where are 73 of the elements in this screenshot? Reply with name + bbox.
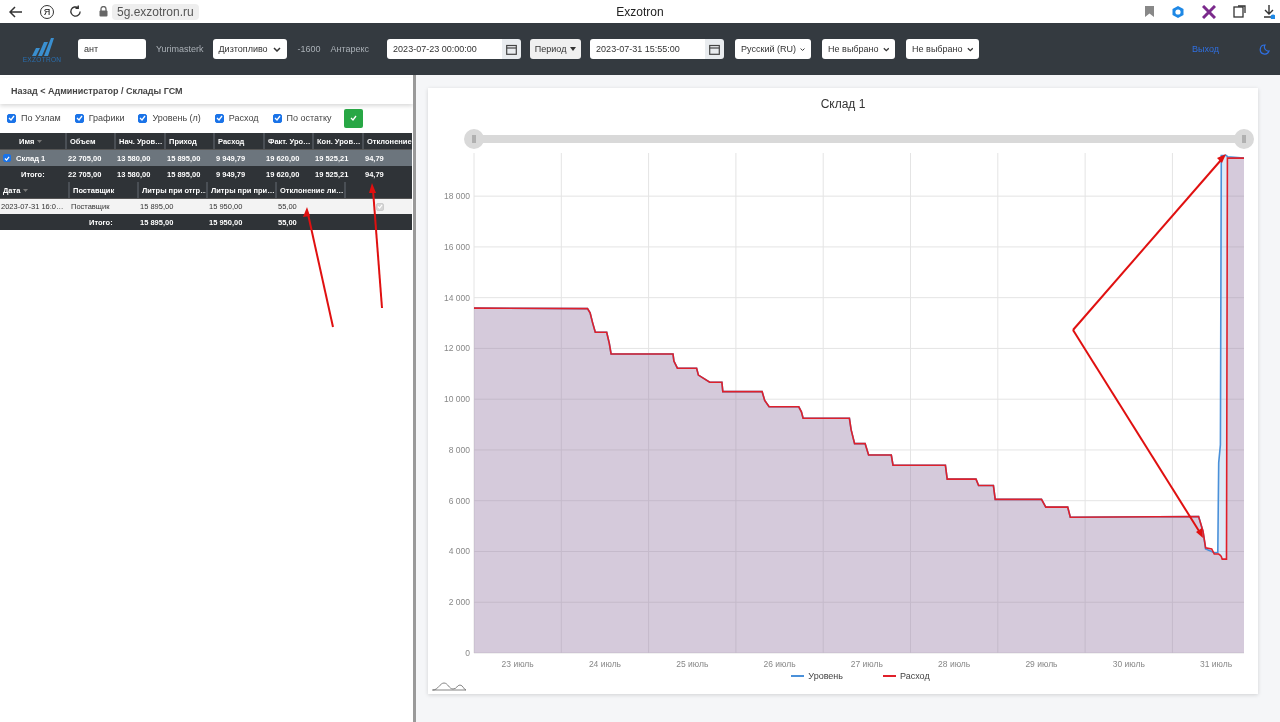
row-checkbox[interactable] — [3, 154, 11, 162]
x-tick-label: 24 июль — [588, 659, 621, 669]
y-tick-label: 0 — [465, 648, 470, 658]
bookmark-icon[interactable] — [1145, 6, 1154, 17]
grip-icon[interactable] — [472, 135, 476, 143]
user-name: Yurimasterk — [156, 44, 204, 54]
reload-icon[interactable] — [69, 5, 82, 18]
legend-item[interactable]: Расход — [883, 671, 930, 681]
search-field[interactable]: ант — [78, 39, 146, 59]
checkbox[interactable] — [138, 113, 148, 123]
moon-icon[interactable] — [1259, 43, 1270, 55]
language-select[interactable]: Русский (RU) — [735, 39, 812, 59]
legend-item[interactable]: Уровень — [791, 671, 843, 681]
y-tick-label: 12 000 — [444, 343, 470, 354]
extension-icon[interactable] — [1171, 4, 1185, 19]
y-tick-label: 18 000 — [444, 191, 470, 202]
page-title: Exzotron — [615, 4, 665, 19]
y-tick-label: 16 000 — [444, 241, 470, 252]
y-tick-label: 14 000 — [444, 292, 470, 303]
chevron-icon — [882, 46, 890, 52]
x-tick-label: 30 июль — [1112, 659, 1145, 669]
sort-icon — [23, 188, 29, 192]
apply-button[interactable] — [343, 108, 363, 128]
period-button[interactable]: Период — [530, 39, 582, 59]
chart-type-icon[interactable] — [432, 681, 466, 691]
y-tick-label: 2 000 — [448, 597, 470, 608]
x-tick-label: 23 июль — [501, 659, 534, 669]
window-icon[interactable] — [1233, 5, 1246, 18]
checkbox[interactable] — [74, 113, 84, 123]
x-tick-label: 29 июль — [1025, 659, 1058, 669]
calendar-button[interactable] — [502, 39, 522, 59]
x-tick-label: 31 июль — [1200, 659, 1233, 669]
x-tick-label: 27 июль — [850, 659, 883, 669]
lock-icon — [99, 6, 108, 17]
date-to-field[interactable]: 2023-07-31 15:55:00 — [590, 39, 706, 59]
checkbox[interactable] — [7, 113, 16, 123]
filter-select[interactable]: Не выбрано — [822, 39, 896, 59]
chevron-icon — [800, 46, 806, 52]
y-tick-label: 6 000 — [448, 495, 470, 506]
option-label: Графики — [88, 113, 125, 123]
option-label: Уровень (л) — [152, 113, 201, 123]
y-tick-label: 4 000 — [448, 546, 470, 557]
option-label: По Узлам — [21, 113, 61, 123]
grip-icon[interactable] — [1242, 135, 1246, 143]
option-label: По остатку — [286, 113, 332, 123]
calendar-icon — [506, 43, 518, 55]
chevron-icon — [966, 46, 974, 52]
checkbox[interactable] — [272, 113, 282, 123]
chart-title: Склад 1 — [819, 96, 867, 113]
caret-icon — [570, 47, 577, 51]
y-tick-label: 10 000 — [444, 394, 470, 405]
chart-scrollbar[interactable] — [464, 129, 1254, 149]
sort-icon — [37, 139, 43, 143]
y-tick-label: 8 000 — [448, 444, 470, 455]
x-tick-label: 25 июль — [676, 659, 709, 669]
download-icon[interactable] — [1263, 4, 1275, 19]
date-from-field[interactable]: 2023-07-23 00:00:00 — [387, 39, 503, 59]
cross-icon[interactable] — [1202, 4, 1216, 19]
back-icon[interactable] — [9, 5, 23, 18]
option-label: Расход — [228, 113, 259, 123]
x-tick-label: 28 июль — [938, 659, 971, 669]
calendar-icon — [709, 43, 721, 55]
company-name: Антарекс — [330, 44, 370, 54]
checkbox[interactable] — [214, 113, 224, 123]
check-icon — [349, 115, 357, 121]
logo-icon — [30, 35, 54, 56]
breadcrumb[interactable]: Назад < Администратор / Склады ГСМ — [11, 86, 183, 96]
fuel-select[interactable]: Дизтопливо — [212, 39, 287, 59]
x-tick-label: 26 июль — [763, 659, 796, 669]
filter-select[interactable]: Не выбрано — [906, 39, 980, 59]
chevron-icon — [272, 46, 281, 52]
calendar-button[interactable] — [705, 39, 725, 59]
offset-value: -1600 — [297, 44, 321, 54]
